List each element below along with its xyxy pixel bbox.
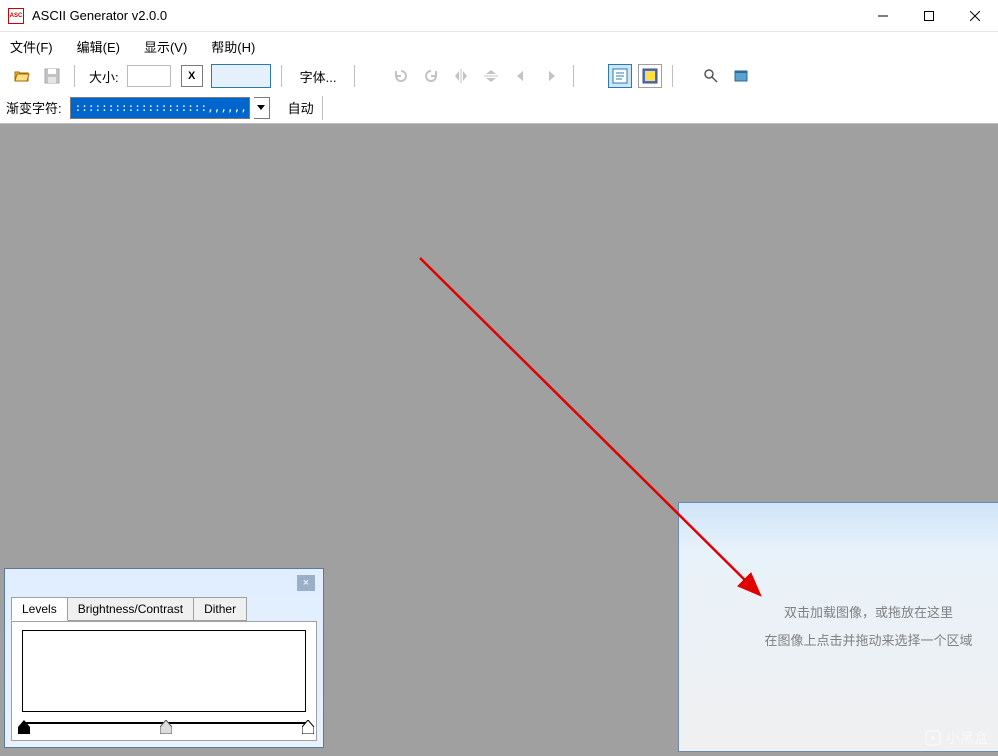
watermark-text: 小黑盒 <box>946 728 988 748</box>
flip-vertical-button[interactable] <box>479 64 503 88</box>
minimize-button[interactable] <box>860 0 906 32</box>
fullscreen-button[interactable] <box>729 64 753 88</box>
drop-image-panel[interactable]: 双击加载图像，或拖放在这里 在图像上点击并拖动来选择一个区域 <box>678 502 998 752</box>
menu-help[interactable]: 帮助(H) <box>211 37 255 56</box>
prev-button[interactable] <box>509 64 533 88</box>
tab-brightness-contrast[interactable]: Brightness/Contrast <box>67 597 194 621</box>
font-button[interactable]: 字体... <box>292 64 345 88</box>
close-button[interactable] <box>952 0 998 32</box>
app-icon: ASC <box>8 8 24 24</box>
menu-view[interactable]: 显示(V) <box>144 37 187 56</box>
ramp-dropdown-icon[interactable] <box>254 97 270 119</box>
save-button[interactable] <box>40 64 64 88</box>
workspace: 双击加载图像，或拖放在这里 在图像上点击并拖动来选择一个区域 × Levels … <box>0 124 998 756</box>
maximize-button[interactable] <box>906 0 952 32</box>
drop-hint-line1: 双击加载图像，或拖放在这里 <box>784 599 953 627</box>
next-button[interactable] <box>539 64 563 88</box>
levels-handle-black[interactable] <box>18 720 30 734</box>
auto-button[interactable]: 自动 <box>280 96 323 120</box>
separator <box>281 65 282 87</box>
view-color-button[interactable] <box>638 64 662 88</box>
menu-file[interactable]: 文件(F) <box>10 37 53 56</box>
app-icon-text: ASC <box>10 13 23 19</box>
lock-aspect-button[interactable]: X <box>181 65 203 87</box>
menubar: 文件(F) 编辑(E) 显示(V) 帮助(H) <box>0 32 998 60</box>
levels-handle-gray[interactable] <box>160 720 172 734</box>
tab-dither[interactable]: Dither <box>193 597 247 621</box>
drop-hint-line2: 在图像上点击并拖动来选择一个区域 <box>764 627 972 655</box>
watermark: 小黑盒 <box>924 728 988 748</box>
zoom-button[interactable] <box>699 64 723 88</box>
levels-tabs: Levels Brightness/Contrast Dither <box>11 597 246 621</box>
size-label: 大小: <box>89 67 119 86</box>
separator <box>672 65 673 87</box>
titlebar: ASC ASCII Generator v2.0.0 <box>0 0 998 32</box>
view-text-button[interactable] <box>608 64 632 88</box>
tab-levels[interactable]: Levels <box>11 597 68 621</box>
flip-horizontal-button[interactable] <box>449 64 473 88</box>
window-controls <box>860 0 998 32</box>
levels-body <box>11 621 317 741</box>
separator <box>74 65 75 87</box>
size-selected-box <box>211 64 271 88</box>
separator <box>354 65 355 87</box>
levels-close-button[interactable]: × <box>297 575 315 591</box>
histogram-box <box>22 630 306 712</box>
rotate-cw-button[interactable] <box>419 64 443 88</box>
ramp-select[interactable]: ::::::::::::::::::::,,,,,,,,,,,,, <box>70 97 250 119</box>
separator <box>573 65 574 87</box>
toolbar-main: 大小: X 字体... <box>0 60 998 92</box>
levels-panel: × Levels Brightness/Contrast Dither <box>4 568 324 748</box>
size-input[interactable] <box>127 65 171 87</box>
rotate-ccw-button[interactable] <box>389 64 413 88</box>
toolbar-ramp: 渐变字符: ::::::::::::::::::::,,,,,,,,,,,,, … <box>0 92 998 124</box>
levels-handle-white[interactable] <box>302 720 314 734</box>
ramp-label: 渐变字符: <box>6 98 62 117</box>
open-button[interactable] <box>10 64 34 88</box>
window-title: ASCII Generator v2.0.0 <box>32 8 167 23</box>
menu-edit[interactable]: 编辑(E) <box>77 37 120 56</box>
